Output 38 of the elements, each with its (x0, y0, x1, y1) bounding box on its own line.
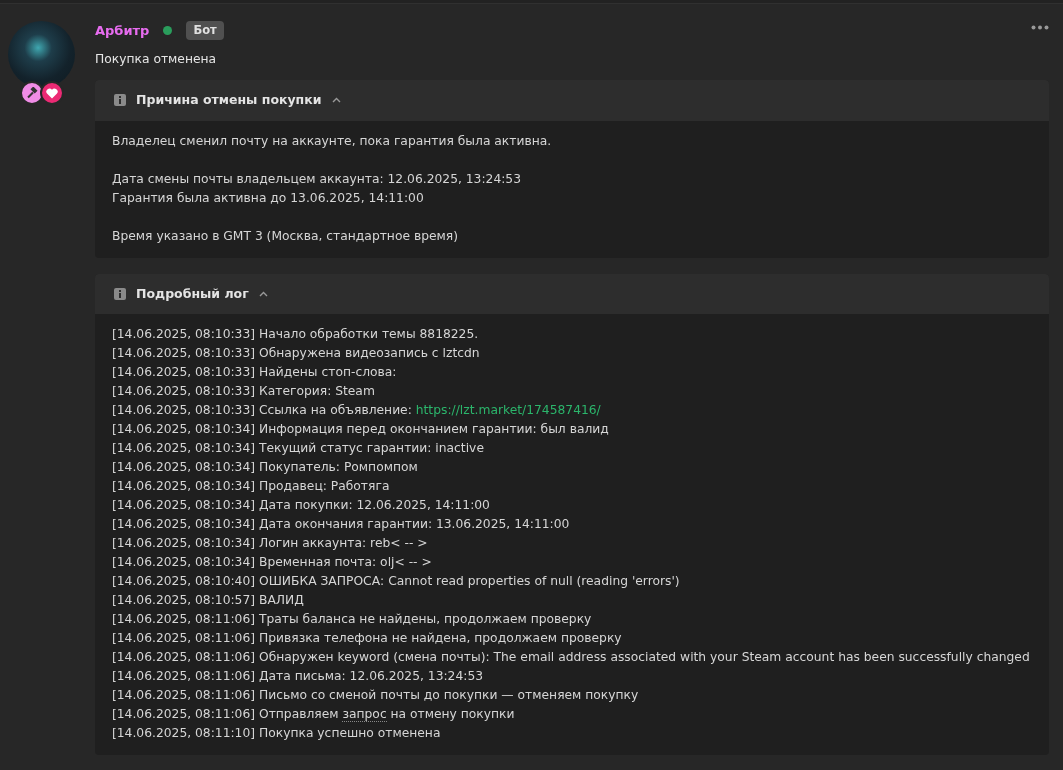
log-line: [14.06.2025, 08:11:10] Покупка успешно отменена (112, 725, 442, 743)
hammer-icon (20, 81, 44, 105)
log-line: [14.06.2025, 08:10:34] Информация перед окончанием гарантии: был валид (112, 421, 610, 439)
log-line: [14.06.2025, 08:11:06] Траты баланса не найдены, продолжаем проверку (112, 611, 593, 629)
text-line: Владелец сменил почту на аккаунте, пока гарантия была активна. (112, 132, 553, 150)
message-text: Покупка отменена (95, 50, 218, 68)
log-line: [14.06.2025, 08:11:06] Привязка телефона не найдена, продолжаем проверку (112, 630, 623, 648)
log-link[interactable]: https://lzt.market/174587416/ (415, 403, 601, 418)
log-line: [14.06.2025, 08:10:34] Временная почта: olj< -- > (112, 554, 433, 572)
text-line: Дата смены почты владельцем аккаунта: 12.06.2025, 13:24:53 (112, 170, 522, 188)
log-line: [14.06.2025, 08:10:34] Логин аккаунта: reb< -- > (112, 535, 429, 553)
collapse-chevron-icon[interactable] (331, 97, 341, 104)
log-line: [14.06.2025, 08:10:34] Покупатель: Ромпомпом (112, 459, 419, 477)
log-line: [14.06.2025, 08:10:34] Дата окончания гарантии: 13.06.2025, 14:11:00 (112, 516, 571, 534)
log-line: [14.06.2025, 08:10:34] Продавец: Работяга (112, 478, 391, 496)
log-line: [14.06.2025, 08:10:34] Дата покупки: 12.06.2025, 14:11:00 (112, 497, 491, 515)
panel-title[interactable]: Подробный лог (136, 284, 249, 304)
log-line: [14.06.2025, 08:11:06] Письмо со сменой почты до покупки — отменяем покупку (112, 687, 640, 705)
log-line: [14.06.2025, 08:10:33] Начало обработки темы 8818225. (112, 326, 480, 344)
collapse-chevron-icon[interactable] (258, 291, 268, 298)
panel-title[interactable]: Причина отмены покупки (136, 90, 322, 110)
username[interactable]: Арбитр (95, 21, 150, 41)
log-line: [14.06.2025, 08:10:33] Ссылка на объявление: https://lzt.market/174587416/ (112, 402, 602, 420)
info-icon (114, 94, 126, 107)
log-line: [14.06.2025, 08:11:06] Обнаружен keyword (смена почты): The email address associated with your Steam account has been successfully changed (112, 649, 1031, 667)
role-label: Бот (186, 21, 224, 41)
log-line: [14.06.2025, 08:10:57] ВАЛИД (112, 592, 305, 610)
log-line: [14.06.2025, 08:10:33] Обнаружена видеозапись с lztcdn (112, 345, 481, 363)
text-line: Время указано в GMT 3 (Москва, стандартное время) (112, 227, 459, 245)
log-line: [14.06.2025, 08:11:06] Отправляем запрос на отмену покупки (112, 706, 516, 725)
more-options-icon[interactable] (1031, 25, 1049, 31)
log-line: [14.06.2025, 08:10:33] Найдены стоп-слова: (112, 364, 398, 382)
info-icon (114, 288, 126, 301)
log-line: [14.06.2025, 08:10:33] Категория: Steam (112, 383, 376, 401)
text-line: Гарантия была активна до 13.06.2025, 14:11:00 (112, 189, 425, 207)
log-line: [14.06.2025, 08:11:06] Дата письма: 12.06.2025, 13:24:53 (112, 668, 485, 686)
log-line: [14.06.2025, 08:10:34] Текущий статус гарантии: inactive (112, 440, 485, 458)
log-line: [14.06.2025, 08:10:40] ОШИБКА ЗАПРОСА: Cannot read properties of null (reading 'errors') (112, 573, 681, 591)
